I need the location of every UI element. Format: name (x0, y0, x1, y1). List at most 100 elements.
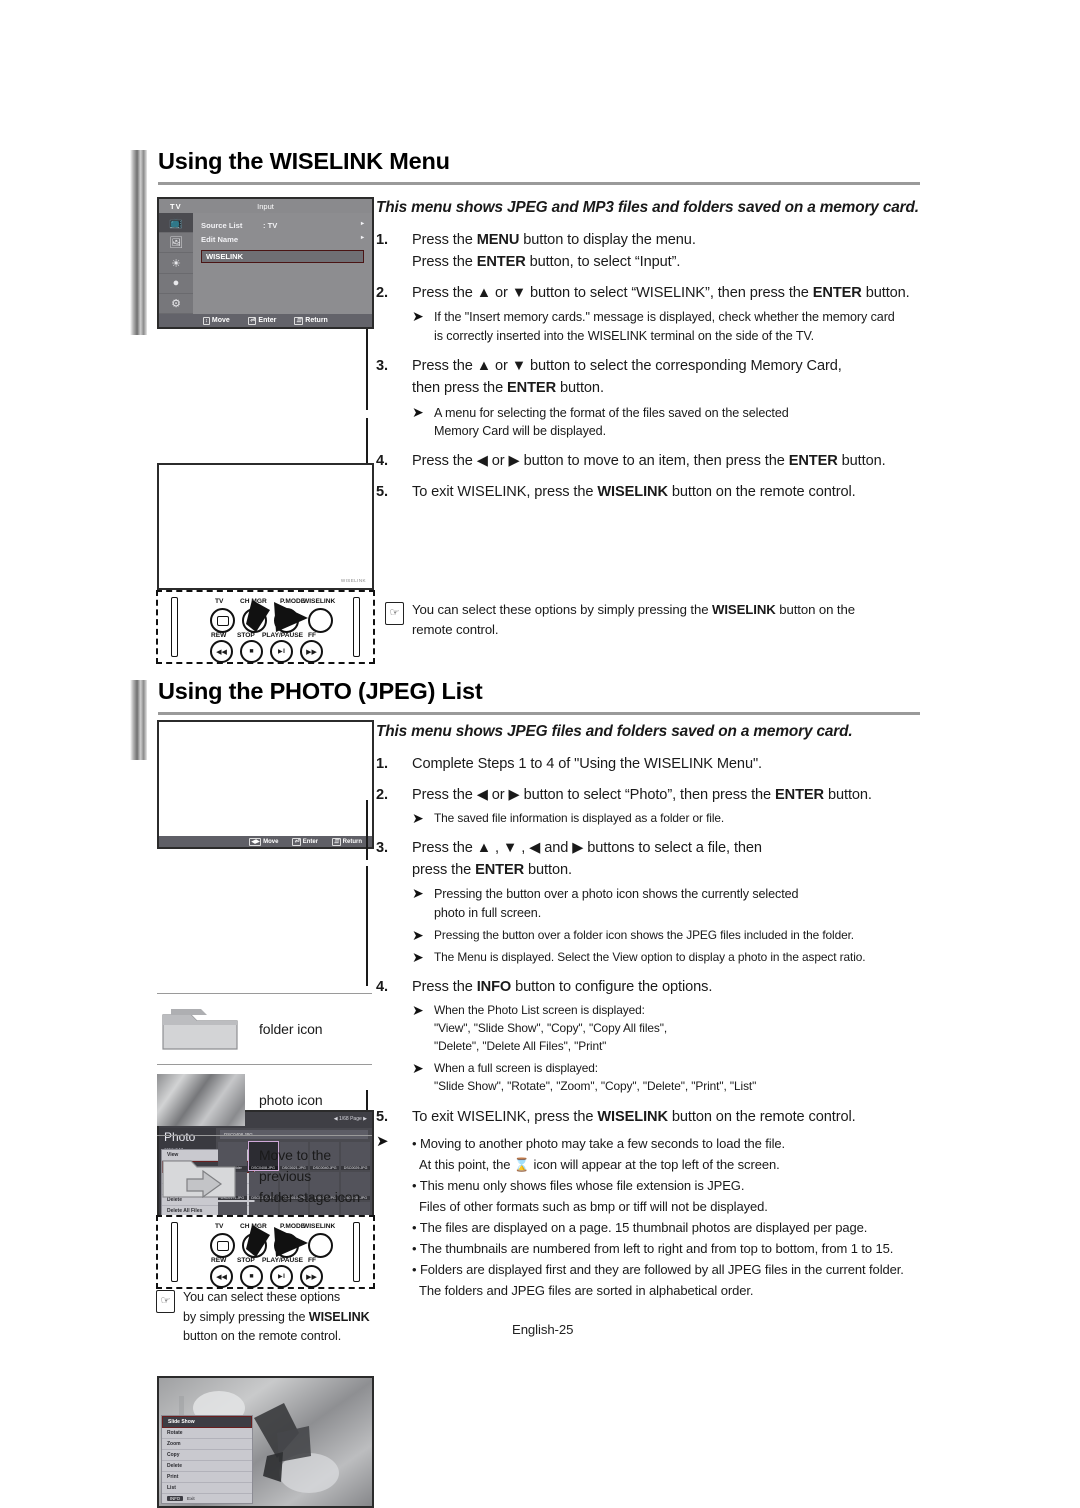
full-screen-option-menu[interactable]: Slide Show Rotate Zoom Copy Delete Print… (161, 1415, 253, 1504)
step-number: 5. (376, 484, 388, 501)
photo-step-5: 5. To exit WISELINK, press the WISELINK … (376, 1106, 936, 1128)
note-text: A menu for selecting the format of the f… (434, 404, 936, 442)
rew-glyph: ◀◀ (216, 648, 227, 656)
legend-row-folder: folder icon (157, 993, 372, 1064)
menu-footer: INFO Exit (162, 1494, 252, 1503)
stop-icon[interactable]: ■ (240, 640, 263, 663)
tv-icon[interactable] (210, 1233, 235, 1258)
note-line-1: A menu for selecting the format of the f… (434, 405, 789, 420)
enter-button-name: ENTER (775, 787, 824, 804)
photo-step-2: 2. Press the ◀ or ▶ button to select “Ph… (376, 784, 936, 806)
input-category-icon[interactable]: 📺 (159, 213, 193, 234)
menu-item-delete[interactable]: Delete (162, 1461, 252, 1472)
ff-button-label: FF (308, 632, 317, 639)
osd-item-value (263, 233, 354, 247)
legend-label: Move to the previous folder stage icon (259, 1145, 372, 1208)
play-pause-glyph: ▶‖ (277, 1274, 286, 1280)
folder-icon (157, 1003, 245, 1055)
hint-label: Return (305, 317, 328, 324)
step-text-b: button to display the menu. (519, 231, 696, 248)
tip-box-wiselink: ☞ You can select these options by simply… (372, 594, 935, 649)
rew-button-label: REW (211, 632, 227, 639)
step-text: Press the ◀ or ▶ button to move to an it… (412, 450, 936, 472)
chevron-right-icon: ▸ (360, 221, 364, 227)
tip-text: You can select these options by simply p… (183, 1288, 370, 1347)
tip-text-a: You can select these options (183, 1290, 341, 1304)
page-footer: English-25 (512, 1322, 574, 1337)
blank-screen-content: WISELINK (159, 465, 372, 588)
step-1: 1. Press the MENU button to display the … (376, 229, 936, 273)
hint-label: Move (263, 838, 279, 845)
note-text: Pressing the button over a folder icon s… (434, 928, 855, 943)
osd-row-edit-name[interactable]: Edit Name ▸ (201, 233, 364, 247)
play-pause-icon[interactable]: ▶‖ (270, 640, 293, 663)
menu-item-rotate[interactable]: Rotate (162, 1428, 252, 1439)
step-text-d: button, to select “Input”. (525, 254, 681, 271)
osd-icon-rail: 📺 🖼 ☀ ● ⚙ (159, 213, 193, 315)
step-text-c: Press the (412, 254, 477, 271)
bullet-5-cont: The folders and JPEG files are sorted in… (419, 1282, 754, 1298)
menu-item-zoom[interactable]: Zoom (162, 1439, 252, 1450)
osd-row-wiselink-selected[interactable]: WISELINK (201, 249, 364, 263)
play-pause-icon[interactable]: ▶‖ (270, 1265, 293, 1288)
wiselink-button-name: WISELINK (597, 484, 668, 501)
step-text-b: button to configure the options. (511, 978, 713, 995)
remote-edge-right (353, 1221, 360, 1283)
note-text: The saved file information is displayed … (434, 811, 725, 826)
tv-icon[interactable] (210, 608, 235, 633)
section-wiselink-menu: Using the WISELINK Menu (130, 148, 920, 335)
move-key-icon: ↕ (203, 316, 210, 325)
hint-label: Return (342, 838, 362, 845)
note-photo-step-4-a: ➤ When the Photo List screen is displaye… (412, 1002, 936, 1056)
osd-header: TV Input (159, 199, 372, 213)
tv-button-label: TV (215, 598, 224, 605)
legend-label: photo icon (259, 1091, 323, 1108)
remote-edge-right (353, 596, 360, 658)
stop-icon[interactable]: ■ (240, 1265, 263, 1288)
step-text-a: Press the ▲ or ▼ button to select “WISEL… (412, 285, 813, 302)
picture-category-icon[interactable]: 🖼 (159, 233, 193, 254)
note-line-2: "View", "Slide Show", "Copy", "Copy All … (434, 1020, 668, 1035)
osd-row-source-list[interactable]: Source List : TV ▸ (201, 219, 364, 233)
note-step-3: ➤ A menu for selecting the format of the… (412, 404, 936, 442)
step-text-a: Press the (412, 978, 477, 995)
arrow-bullet-icon: ➤ (412, 308, 424, 325)
wiselink-button-name: WISELINK (308, 1309, 370, 1324)
channel-category-icon[interactable]: ● (159, 274, 193, 294)
ff-icon[interactable]: ▶▶ (300, 1265, 323, 1288)
menu-item-copy[interactable]: Copy (162, 1450, 252, 1461)
bullet-2-cont: Files of other formats such as bmp or ti… (419, 1198, 768, 1214)
note-line-1: When a full screen is displayed: (434, 1060, 599, 1075)
step-text-a: Press the ◀ or ▶ button to move to an it… (412, 453, 789, 470)
photo-final-notes: ➤ • Moving to another photo may take a f… (376, 1133, 936, 1301)
section-photo-jpeg-list: Using the PHOTO (JPEG) List (130, 678, 920, 760)
wiselink-instructions: This menu shows JPEG and MP3 files and f… (376, 196, 936, 504)
setup-category-icon[interactable]: ⚙ (159, 294, 193, 315)
ff-button-label: FF (308, 1257, 317, 1264)
osd-input-menu-figure: TV Input 📺 🖼 ☀ ● ⚙ Source List : TV ▸ Ed… (157, 197, 374, 329)
legend-label-line-2: folder stage icon (259, 1189, 361, 1205)
page-title-photo-list: Using the PHOTO (JPEG) List (158, 678, 483, 704)
menu-item-print[interactable]: Print (162, 1472, 252, 1483)
ff-icon[interactable]: ▶▶ (300, 640, 323, 663)
rew-glyph: ◀◀ (216, 1273, 227, 1281)
arrow-bullet-icon: ➤ (412, 949, 424, 966)
menu-item-list[interactable]: List (162, 1483, 252, 1494)
photo-step-1: 1. Complete Steps 1 to 4 of "Using the W… (376, 753, 936, 775)
blank-screen-figure-2: ◀▶ Move ⏎ Enter ☰ Return (157, 720, 374, 849)
pointing-hand-icon: ☞ (385, 602, 404, 625)
rew-icon[interactable]: ◀◀ (210, 1265, 233, 1288)
note-line-2: is correctly inserted into the WISELINK … (434, 329, 814, 344)
sound-category-icon[interactable]: ☀ (159, 253, 193, 274)
step-text-a: To exit WISELINK, press the (412, 1109, 598, 1126)
tv-button-label: TV (215, 1223, 224, 1230)
rew-icon[interactable]: ◀◀ (210, 640, 233, 663)
step-number: 3. (376, 840, 388, 857)
hint-enter: ⏎ Enter (292, 837, 318, 846)
page-title-wiselink-menu: Using the WISELINK Menu (158, 148, 450, 174)
menu-item-slide-show[interactable]: Slide Show (162, 1416, 252, 1428)
note-text: When a full screen is displayed: "Slide … (434, 1060, 936, 1096)
stop-button-label: STOP (237, 1257, 255, 1264)
enter-button-name: ENTER (475, 862, 525, 879)
osd-item-label: Source List (201, 221, 243, 230)
